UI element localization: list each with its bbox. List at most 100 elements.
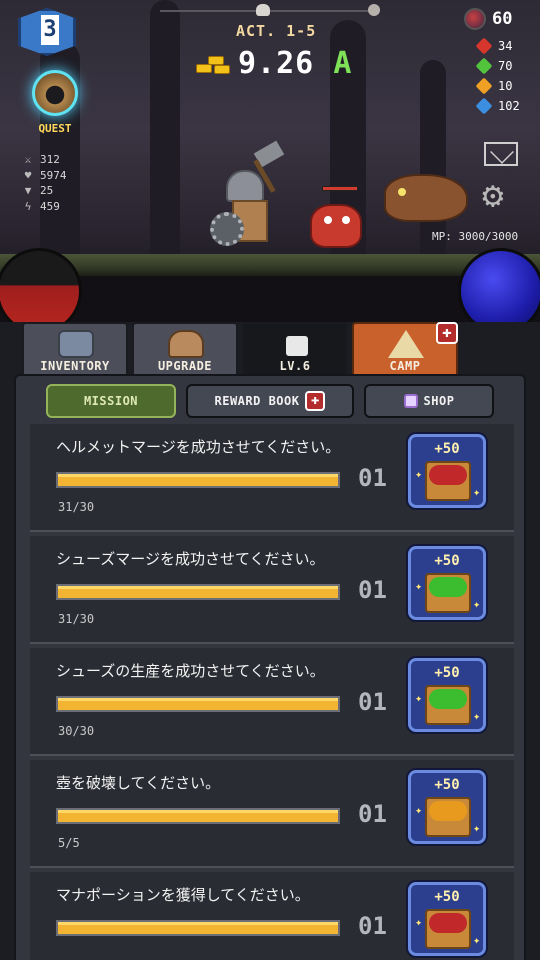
spiked-shield [210,212,244,246]
mission-reward-count: 01 [358,912,387,940]
mission-progress-bar [56,808,340,824]
sword-icon: ⚔ [24,153,32,166]
premium-currency-value: 60 [492,9,513,29]
mission-reward-count: 01 [358,800,387,828]
red-gem-resource: 34 [475,36,534,56]
sparkle-icon: ✦ [415,915,423,929]
mission-title: ヘルメットマージを成功させてください。 [56,438,341,456]
attack-stat: ⚔ 312 [22,152,67,168]
gear-icon[interactable]: ⚙ [482,176,504,216]
hero-knight [206,140,296,256]
mission-progress-fill [58,698,338,710]
act-label: ACT. 1-5 [236,22,317,40]
gem-pile-icon [429,577,467,597]
mail-icon[interactable] [484,142,518,166]
mission-row: シューズマージを成功させてください。 01 31/30 +50 ✦ ✦ [30,536,514,644]
quest-button[interactable]: QUEST [12,64,98,136]
subtab-mission[interactable]: MISSION [46,384,176,418]
subtab-shop-label: SHOP [423,394,455,408]
gem-pile-icon [429,465,467,485]
premium-orb-icon [464,8,486,30]
red-slime-enemy [306,186,366,252]
blacksmith-icon [168,330,204,358]
mission-title: 壺を破壊してください。 [56,774,221,792]
mission-progress-text: 31/30 [58,500,95,514]
mp-orb [458,248,540,322]
mission-title: シューズの生産を成功させてください。 [56,662,325,680]
orange-gem-icon [475,77,493,95]
mission-reward-button[interactable]: +50 ✦ ✦ [408,658,486,732]
stage-progress-bar [160,4,380,16]
boss-skull-icon [368,4,380,16]
health-stat: ♥ 5974 [22,168,67,184]
sparkle-icon: ✦ [415,691,423,705]
lightning-icon: ϟ [24,199,32,213]
currency-panel: 60 34 70 10 102 [464,8,534,116]
tent-icon [388,330,424,358]
tab-upgrade-label: UPGRADE [157,359,213,373]
mission-row: シューズの生産を成功させてください。 01 30/30 +50 ✦ ✦ [30,648,514,756]
reward-amount: +50 [434,553,460,569]
sparkle-icon: ✦ [473,597,481,611]
gold-counter: 9.26 A [196,46,352,81]
mission-title: シューズマージを成功させてください。 [56,550,325,568]
sparkle-icon: ✦ [473,485,481,499]
main-tab-bar: INVENTORY UPGRADE LV.6 CAMP ✚ [22,322,462,376]
sub-tab-bar: MISSION REWARD BOOK ✚ SHOP [46,384,496,418]
health-value: 5974 [40,168,67,182]
reward-amount: +50 [434,441,460,457]
green-gem-icon [475,57,493,75]
gem-pile-icon [429,689,467,709]
defense-stat: ▼ 25 [22,183,67,199]
mission-progress-fill [58,474,338,486]
gem-pile-icon [429,913,467,933]
sparkle-icon: ✦ [415,803,423,817]
subtab-reward-book-label: REWARD BOOK [214,394,300,408]
tab-camp[interactable]: CAMP ✚ [352,322,458,376]
mission-row: マナポーションを獲得してください。 01 +50 ✦ ✦ [30,872,514,960]
mission-progress-fill [58,922,338,934]
gold-unit: A [333,46,353,81]
battle-scene: 3 QUEST ⚔ 312 ♥ 5974 ▼ 25 ϟ 459 ACT. 1-5 9.2… [0,0,540,322]
reward-amount: +50 [434,889,460,905]
background-tree [150,0,180,260]
sparkle-icon: ✦ [415,467,423,481]
attack-value: 312 [40,153,60,166]
mission-progress-fill [58,810,338,822]
tab-inventory[interactable]: INVENTORY [22,322,128,376]
premium-currency[interactable]: 60 [464,8,534,30]
mission-reward-button[interactable]: +50 ✦ ✦ [408,882,486,956]
mission-reward-button[interactable]: +50 ✦ ✦ [408,546,486,620]
defense-value: 25 [40,184,54,197]
shield-icon: ▼ [24,184,32,197]
tab-locked[interactable]: LV.6 [242,322,348,376]
enemy-health-bar [322,186,358,191]
mp-readout: MP: 3000/3000 [432,230,519,243]
mission-progress-bar [56,472,340,488]
mission-reward-button[interactable]: +50 ✦ ✦ [408,434,486,508]
tab-locked-label: LV.6 [279,359,311,373]
ground [0,254,540,276]
mission-reward-count: 01 [358,464,387,492]
speed-value: 459 [40,199,60,213]
sparkle-icon: ✦ [473,821,481,835]
subtab-mission-label: MISSION [83,394,139,408]
blue-gem-icon [475,97,493,115]
orange-gem-resource: 10 [475,76,534,96]
lock-icon [286,336,308,356]
brown-beast-enemy [384,174,468,222]
backpack-icon [58,330,94,358]
mission-progress-bar [56,696,340,712]
mission-progress-fill [58,586,338,598]
subtab-reward-book[interactable]: REWARD BOOK ✚ [186,384,354,418]
tab-upgrade[interactable]: UPGRADE [132,322,238,376]
player-stats: ⚔ 312 ♥ 5974 ▼ 25 ϟ 459 [22,152,67,214]
mission-reward-button[interactable]: +50 ✦ ✦ [408,770,486,844]
blue-gem-resource: 102 [475,96,534,116]
red-gem-icon [475,37,493,55]
sparkle-icon: ✦ [473,933,481,947]
mission-progress-text: 30/30 [58,724,95,738]
mission-progress-bar [56,584,340,600]
mission-row: 壺を破壊してください。 01 5/5 +50 ✦ ✦ [30,760,514,868]
subtab-shop[interactable]: SHOP [364,384,494,418]
